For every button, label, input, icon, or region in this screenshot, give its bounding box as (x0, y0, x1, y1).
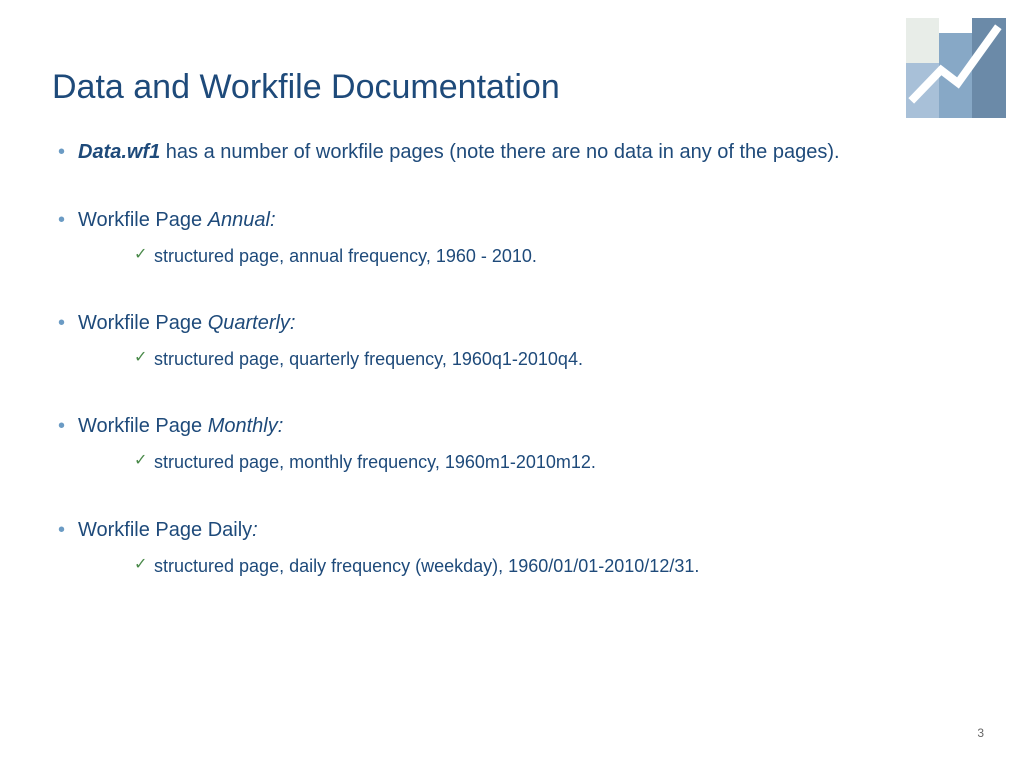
bullet-suffix: : (252, 519, 258, 541)
bullet-suffix: Annual: (208, 209, 276, 231)
bullet-item: Workfile Page Monthly: structured page, … (52, 412, 972, 475)
bullet-text: has a number of workfile pages (note the… (160, 141, 839, 163)
bullet-prefix: Workfile Page (78, 209, 208, 231)
bullet-prefix: Workfile Page (78, 312, 208, 334)
bullet-item: Workfile Page Quarterly: structured page… (52, 309, 972, 372)
bullet-item: Workfile Page Daily: structured page, da… (52, 516, 972, 579)
bullet-prefix: Workfile Page (78, 415, 208, 437)
bullet-item: Workfile Page Annual: structured page, a… (52, 206, 972, 269)
chart-logo-icon (906, 18, 1006, 118)
bullet-item: Data.wf1 has a number of workfile pages … (52, 138, 972, 166)
slide-content: Data.wf1 has a number of workfile pages … (52, 138, 972, 619)
slide-title: Data and Workfile Documentation (52, 68, 560, 107)
page-number: 3 (977, 726, 984, 740)
sub-bullet: structured page, quarterly frequency, 19… (78, 347, 972, 372)
sub-bullet: structured page, monthly frequency, 1960… (78, 450, 972, 475)
bullet-prefix: Data.wf1 (78, 141, 160, 163)
bullet-suffix: Monthly: (208, 415, 284, 437)
sub-bullet: structured page, annual frequency, 1960 … (78, 244, 972, 269)
sub-bullet: structured page, daily frequency (weekda… (78, 554, 972, 579)
bullet-suffix: Quarterly: (208, 312, 296, 334)
bullet-prefix: Workfile Page Daily (78, 519, 252, 541)
